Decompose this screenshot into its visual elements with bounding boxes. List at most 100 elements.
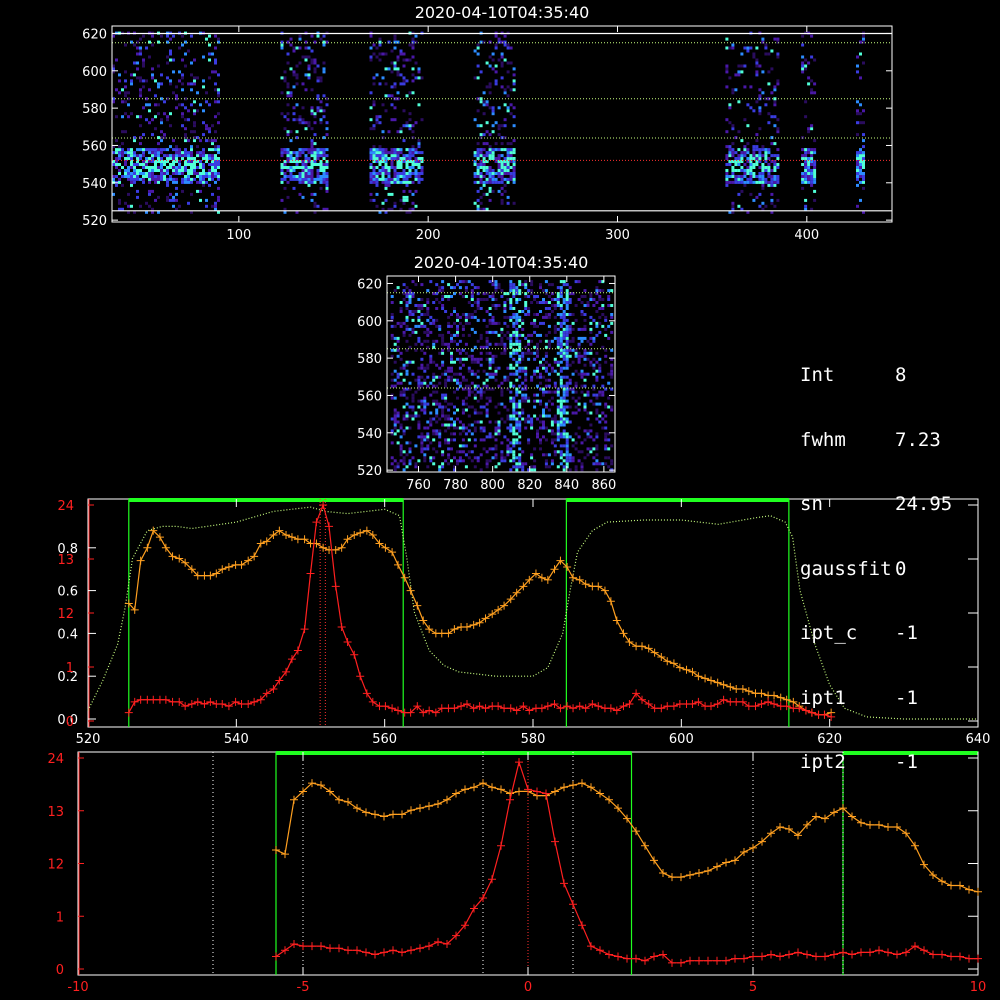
heatmap-pixel [292,151,296,155]
heatmap-pixel [127,148,130,152]
heatmap-pixel [479,420,483,424]
heatmap-pixel [169,49,172,53]
heatmap-pixel [770,175,774,178]
data-point [875,946,883,955]
heatmap-pixel [423,408,427,412]
heatmap-pixel [559,381,563,385]
heatmap-pixel [217,121,220,125]
heatmap-pixel [301,151,305,155]
heatmap-pixel [381,157,385,160]
heatmap-pixel [432,432,436,436]
data-point [494,702,503,711]
heatmap-pixel [506,195,510,199]
heatmap-pixel [801,186,805,190]
heatmap-pixel [435,399,439,403]
heatmap-pixel [136,52,139,56]
heatmap-pixel [289,175,293,178]
heatmap-pixel [115,157,118,160]
heatmap-pixel [280,172,284,175]
heatmap-pixel [473,330,477,334]
heatmap-pixel [500,148,504,152]
heatmap-pixel [145,148,148,152]
heatmap-pixel [494,34,498,38]
heatmap-pixel [307,55,311,59]
heatmap-pixel [856,169,859,172]
heatmap-pixel [307,180,311,184]
heatmap-pixel [515,318,519,322]
heatmap-pixel [447,295,451,298]
heatmap-pixel [148,166,151,169]
heatmap-pixel [214,163,217,166]
heatmap-pixel [752,148,756,152]
heatmap-pixel [497,462,501,466]
heatmap-pixel [559,333,563,337]
heatmap-pixel [524,366,528,370]
heatmap-pixel [375,172,379,175]
heatmap-pixel [193,121,196,125]
heatmap-pixel [562,453,566,457]
heatmap-pixel [166,195,169,199]
heatmap-pixel [464,426,468,430]
heatmap-pixel [509,417,513,421]
heatmap-pixel [589,429,593,433]
heatmap-pixel [583,393,587,397]
heatmap-pixel [414,324,418,328]
data-point [335,944,343,953]
heatmap-pixel [550,298,554,301]
heatmap-pixel [556,313,560,316]
heatmap-pixel [758,166,762,169]
heatmap-pixel [494,432,498,436]
heatmap-pixel [515,465,519,469]
heatmap-pixel [497,321,501,325]
heatmap-pixel [166,198,169,202]
heatmap-pixel [160,163,163,166]
heatmap-pixel [761,177,765,181]
heatmap-pixel [577,435,581,439]
heatmap-pixel [447,298,451,301]
heatmap-pixel [595,408,599,412]
heatmap-pixel [310,88,314,92]
heatmap-pixel [118,79,121,83]
heatmap-pixel [740,151,744,155]
heatmap-pixel [580,295,584,298]
heatmap-pixel [542,393,545,397]
heatmap-pixel [592,336,596,340]
heatmap-pixel [494,453,498,457]
data-point [218,565,227,574]
heatmap-pixel [456,450,459,454]
heatmap-pixel [322,151,326,155]
heatmap-pixel [810,157,814,160]
heatmap-pixel [598,289,602,293]
heatmap-pixel [402,462,406,466]
heatmap-pixel [280,154,284,158]
heatmap-pixel [369,175,373,178]
heatmap-pixel [438,435,442,439]
heatmap-pixel [429,354,433,358]
heatmap-pixel [497,342,501,346]
heatmap-pixel [539,438,542,442]
heatmap-pixel [378,43,382,47]
heatmap-pixel [518,375,522,379]
heatmap-pixel [728,106,732,110]
heatmap-pixel [208,58,211,62]
heatmap-pixel [450,336,453,340]
heatmap-pixel [485,100,489,104]
heatmap-pixel [746,169,750,172]
heatmap-pixel [310,106,314,110]
heatmap-pixel [402,180,406,184]
heatmap-pixel [776,37,780,41]
heatmap-pixel [411,55,415,59]
heatmap-pixel [441,333,445,337]
heatmap-pixel [737,177,741,181]
heatmap-pixel [136,154,139,158]
heatmap-pixel [536,429,539,433]
data-point [143,543,152,552]
heatmap-pixel [565,450,569,454]
heatmap-pixel [447,283,451,287]
heatmap-pixel [441,414,445,418]
data-point [452,789,460,798]
heatmap-pixel [133,154,136,158]
heatmap-pixel [214,166,217,169]
heatmap-pixel [610,372,614,376]
heatmap-pixel [393,342,397,346]
